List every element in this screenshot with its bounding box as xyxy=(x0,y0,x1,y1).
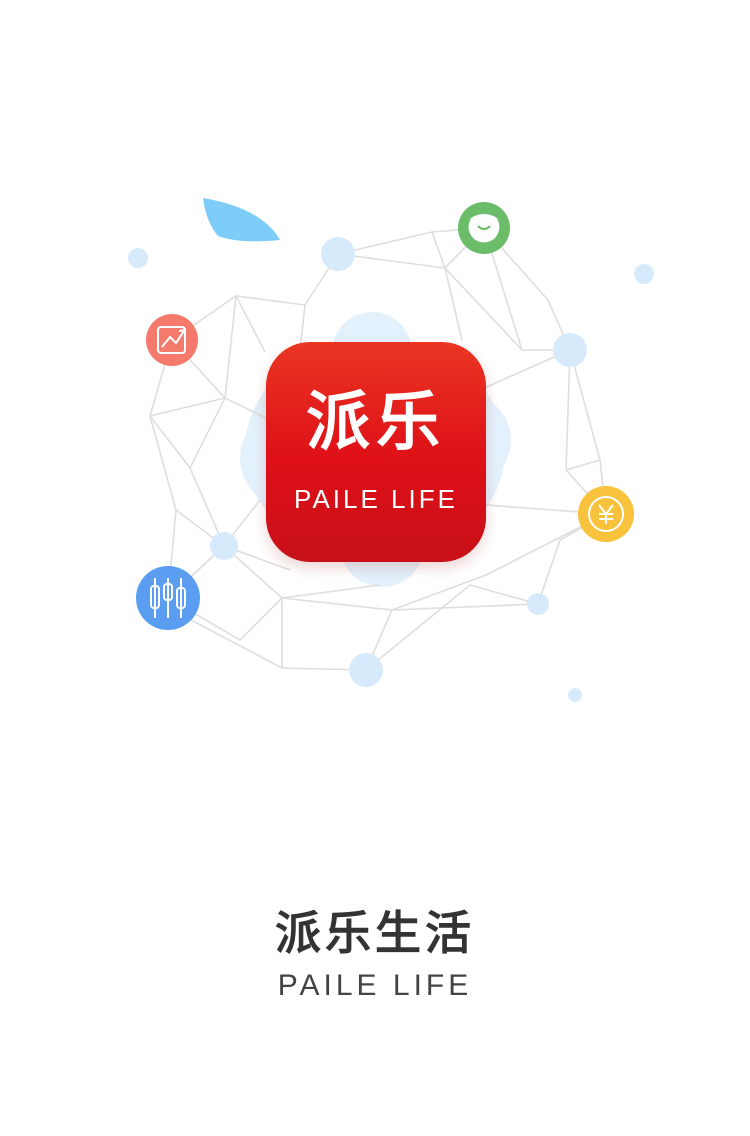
app-logo-name-cn: 派乐 xyxy=(306,385,446,460)
network-node xyxy=(128,248,148,268)
network-node xyxy=(527,593,549,615)
network-node xyxy=(210,532,238,560)
app-logo-icon: 派乐 PAILE LIFE xyxy=(266,342,486,562)
bean-icon xyxy=(458,202,510,254)
brand-subtitle: PAILE LIFE xyxy=(277,969,473,1002)
network-node xyxy=(634,264,654,284)
yen-coin-icon xyxy=(578,486,634,542)
candlestick-icon xyxy=(136,566,200,630)
leaf-decoration xyxy=(203,198,280,242)
brand-title: 派乐生活 xyxy=(275,906,475,960)
network-node xyxy=(349,653,383,687)
network-node xyxy=(568,688,582,702)
network-node xyxy=(553,333,587,367)
network-node xyxy=(321,237,355,271)
trend-chart-icon xyxy=(146,314,198,366)
app-logo-name-en: PAILE LIFE xyxy=(294,484,458,514)
